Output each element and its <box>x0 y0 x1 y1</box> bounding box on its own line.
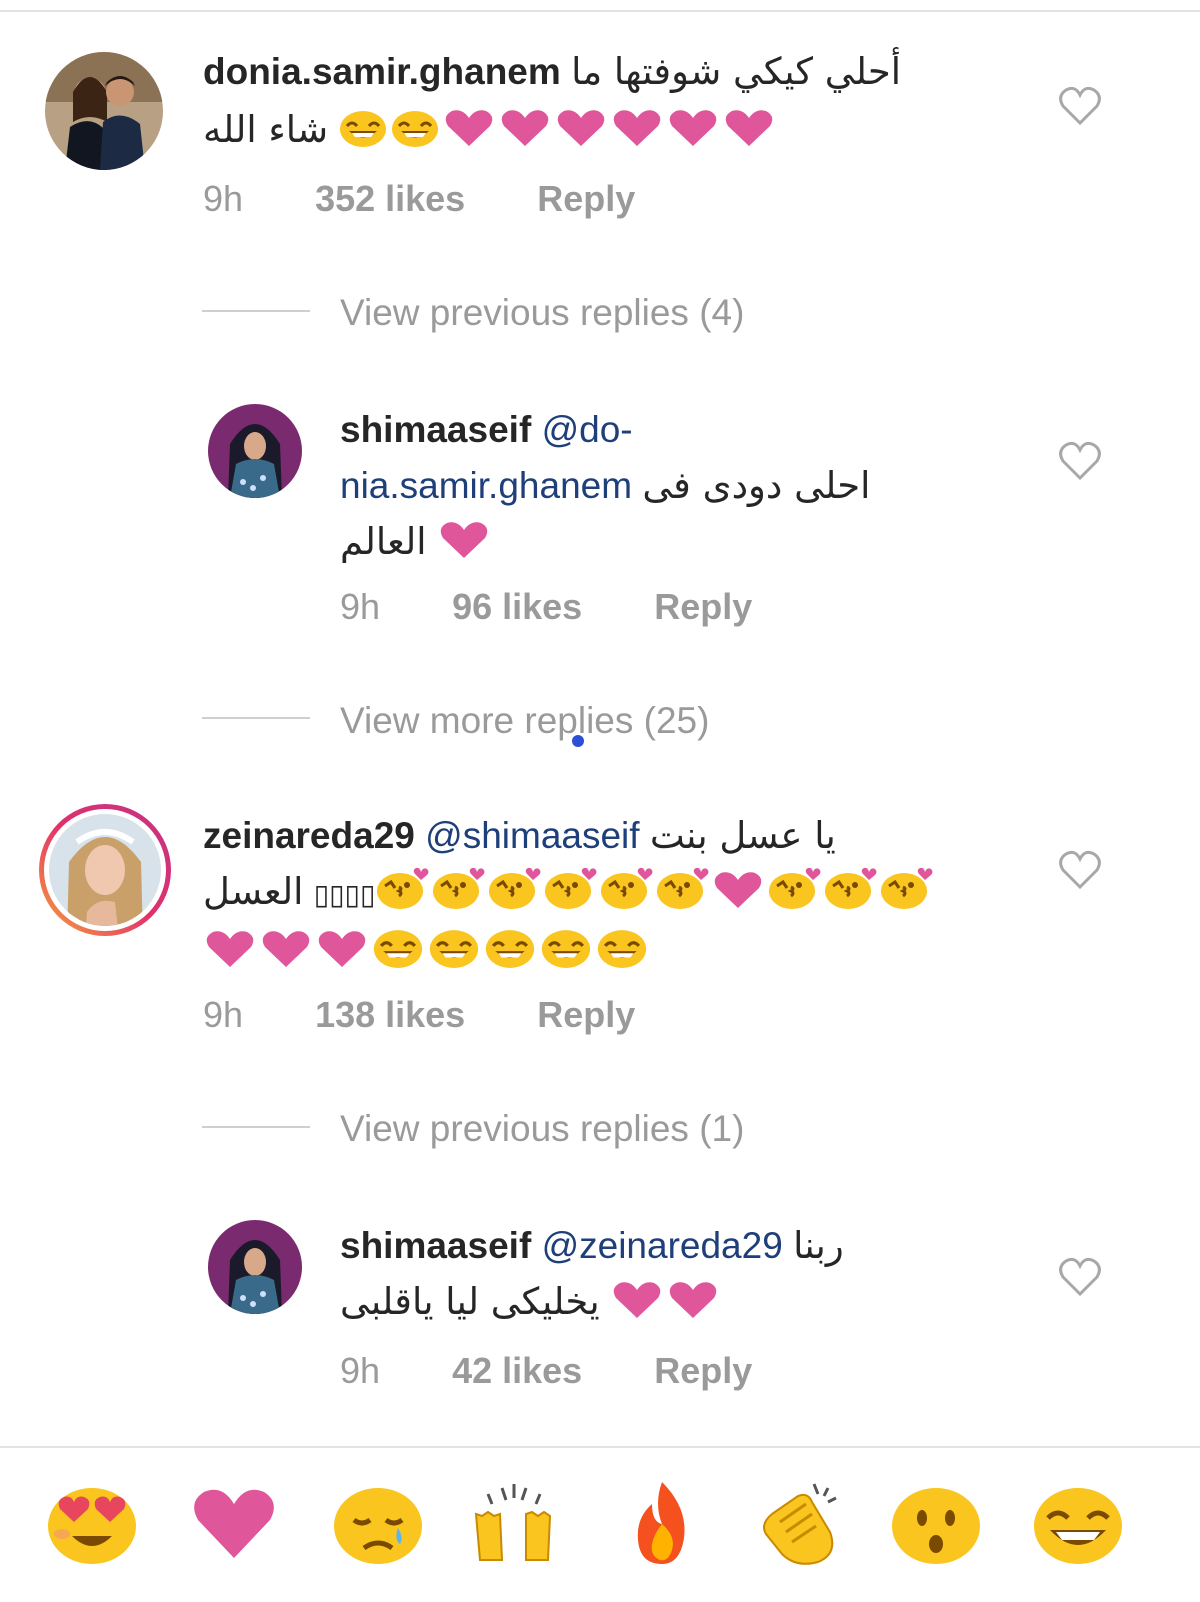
heart-emoji <box>558 110 605 146</box>
comment-meta: 9h 352 likes Reply <box>203 178 697 220</box>
tears-of-joy-emoji <box>429 930 479 968</box>
comment-likes[interactable]: 138 likes <box>315 994 465 1035</box>
view-replies-line <box>202 310 310 312</box>
kissing-heart-emoji <box>825 867 877 909</box>
comment-username[interactable]: shimaaseif <box>340 409 531 450</box>
tears-of-joy-emoji <box>485 930 535 968</box>
reply-button[interactable]: Reply <box>654 1350 752 1391</box>
comment-message-end: العسل <box>203 870 304 913</box>
clapping-hands-emoji-button[interactable] <box>750 1474 846 1570</box>
comment-meta: 9h 96 likes Reply <box>340 586 814 628</box>
comment-username[interactable]: donia.samir.ghanem <box>203 51 561 92</box>
reply-button[interactable]: Reply <box>654 586 752 627</box>
heart-emoji-button[interactable] <box>186 1474 282 1570</box>
top-divider <box>0 0 1200 12</box>
comment-message: ربنا <box>793 1224 844 1267</box>
kissing-heart-emoji <box>377 867 429 909</box>
heart-emoji <box>502 110 549 146</box>
raised-hands-emoji-button[interactable] <box>466 1474 562 1570</box>
avatar[interactable] <box>208 1220 302 1314</box>
heart-emoji <box>446 110 493 146</box>
view-previous-replies-button[interactable]: View previous replies (4) <box>340 292 744 334</box>
crying-emoji-button[interactable] <box>330 1474 426 1570</box>
tears-of-joy-emoji <box>340 111 387 147</box>
heart-emoji <box>262 931 310 967</box>
heart-emoji <box>715 872 762 908</box>
heart-emoji <box>670 110 717 146</box>
reply-button[interactable]: Reply <box>537 178 635 219</box>
heart-emoji <box>669 1282 717 1318</box>
view-more-replies-button[interactable]: View more replies (25) <box>340 700 709 742</box>
kissing-heart-emoji <box>657 867 709 909</box>
comment-text: shimaaseif @zeinareda29 ربنا يخليكى ليا … <box>340 1218 980 1330</box>
view-previous-replies-button[interactable]: View previous replies (1) <box>340 1108 744 1150</box>
tears-of-joy-emoji <box>373 930 423 968</box>
comment-message: يا عسل بنت <box>649 814 836 857</box>
tears-of-joy-emoji <box>392 111 439 147</box>
kissing-heart-emoji <box>433 867 485 909</box>
view-replies-line <box>202 717 310 719</box>
comment-likes[interactable]: 352 likes <box>315 178 465 219</box>
comment-text: zeinareda29 @shimaaseif يا عسل بنت العسل… <box>203 808 1003 979</box>
comment-message: احلى دودى فى <box>642 464 871 507</box>
view-replies-line <box>202 1126 310 1128</box>
comment-message: أحلي كيكي شوفتها ما <box>571 50 902 93</box>
surprised-emoji-button[interactable] <box>888 1474 984 1570</box>
comment-likes[interactable]: 42 likes <box>452 1350 582 1391</box>
quick-emoji-bar <box>0 1446 1200 1602</box>
avatar[interactable] <box>45 52 163 170</box>
unrendered-glyphs: ▯▯▯▯ <box>313 878 376 911</box>
comment-time: 9h <box>203 994 244 1035</box>
comment-likes[interactable]: 96 likes <box>452 586 582 627</box>
mention-link[interactable]: @shimaaseif <box>425 815 639 856</box>
like-heart-icon[interactable] <box>1058 86 1102 126</box>
heart-emoji <box>613 1282 661 1318</box>
reply-button[interactable]: Reply <box>537 994 635 1035</box>
fire-emoji-button[interactable] <box>614 1474 710 1570</box>
tears-of-joy-emoji-button[interactable] <box>1030 1474 1126 1570</box>
mention-link[interactable]: @zeinareda29 <box>542 1225 783 1266</box>
heart-emoji <box>318 931 366 967</box>
kissing-heart-emoji <box>545 867 597 909</box>
like-heart-icon[interactable] <box>1058 441 1102 481</box>
touch-indicator <box>572 735 584 747</box>
comment-meta: 9h 138 likes Reply <box>203 994 697 1036</box>
heart-emoji <box>440 522 488 558</box>
like-heart-icon[interactable] <box>1058 850 1102 890</box>
kissing-heart-emoji <box>489 867 541 909</box>
mention-link[interactable]: nia.samir.ghanem <box>340 465 632 506</box>
tears-of-joy-emoji <box>597 930 647 968</box>
comment-username[interactable]: shimaaseif <box>340 1225 531 1266</box>
comment-time: 9h <box>340 1350 381 1391</box>
heart-eyes-emoji-button[interactable] <box>44 1474 140 1570</box>
kissing-heart-emoji <box>769 867 821 909</box>
comment-meta: 9h 42 likes Reply <box>340 1350 814 1392</box>
comment-message-end: العالم <box>340 520 427 563</box>
comment-username[interactable]: zeinareda29 <box>203 815 415 856</box>
heart-emoji <box>726 110 773 146</box>
comment-message-end: يخليكى ليا ياقلبى <box>340 1280 600 1323</box>
comment-text: shimaaseif @do- nia.samir.ghanem احلى دو… <box>340 402 980 570</box>
kissing-heart-emoji <box>881 867 933 909</box>
comment-message-end: شاء الله <box>203 108 329 151</box>
avatar[interactable] <box>37 802 173 938</box>
comment-time: 9h <box>340 586 381 627</box>
tears-of-joy-emoji <box>541 930 591 968</box>
heart-emoji <box>206 931 254 967</box>
mention-link[interactable]: @do- <box>542 409 633 450</box>
comment-text: donia.samir.ghanem أحلي كيكي شوفتها ما ش… <box>203 44 1003 158</box>
kissing-heart-emoji <box>601 867 653 909</box>
avatar[interactable] <box>208 404 302 498</box>
comment-time: 9h <box>203 178 244 219</box>
like-heart-icon[interactable] <box>1058 1257 1102 1297</box>
heart-emoji <box>614 110 661 146</box>
